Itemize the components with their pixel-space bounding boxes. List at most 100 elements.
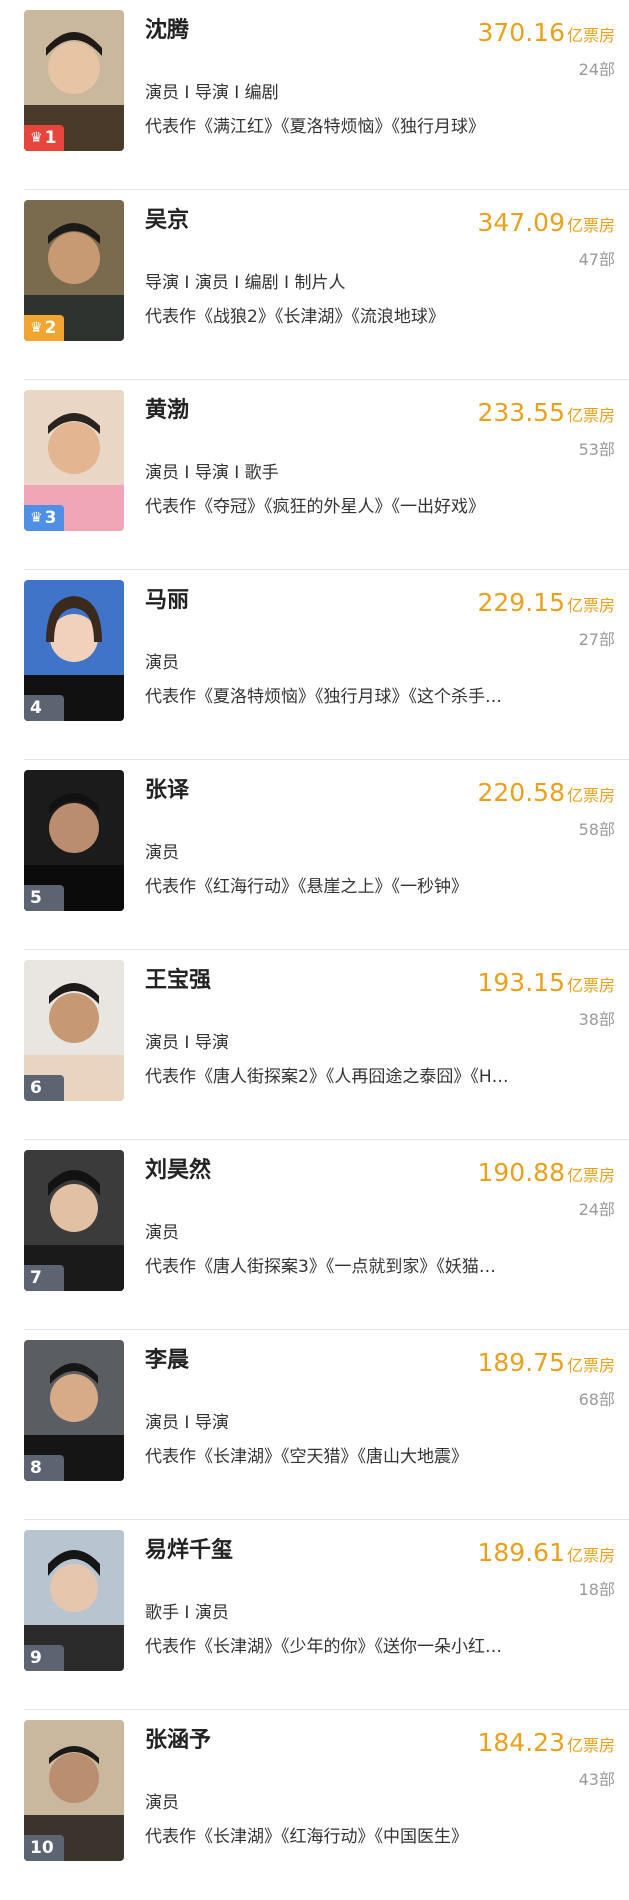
box-office-value: 193.15	[477, 968, 565, 997]
box-office: 189.75 亿票房	[478, 1348, 616, 1377]
rank-number: 3	[44, 508, 57, 528]
box-office-value: 189.61	[477, 1538, 565, 1567]
box-office: 233.55 亿票房	[478, 398, 616, 427]
representative-works: 代表作《长津湖》《红海行动》《中国医生》	[145, 1827, 468, 1847]
crown-icon: ♛	[30, 510, 43, 526]
list-item[interactable]: 4 马丽 229.15 亿票房 27部 演员 代表作《夏洛特烦恼》《独行月球》《…	[24, 570, 629, 760]
list-item[interactable]: 5 张译 220.58 亿票房 58部 演员 代表作《红海行动》《悬崖之上》《一…	[24, 760, 629, 950]
roles: 演员	[145, 1223, 179, 1243]
rank-number: 10	[30, 1838, 54, 1858]
person-name[interactable]: 易烊千玺	[145, 1532, 233, 1564]
crown-icon: ♛	[30, 130, 43, 146]
list-item[interactable]: 9 易烊千玺 189.61 亿票房 18部 歌手 I 演员 代表作《长津湖》《少…	[24, 1520, 629, 1710]
representative-works: 代表作《战狼2》《长津湖》《流浪地球》	[145, 307, 445, 327]
representative-works: 代表作《夏洛特烦恼》《独行月球》《这个杀手…	[145, 687, 502, 707]
representative-works: 代表作《长津湖》《空天猎》《唐山大地震》	[145, 1447, 468, 1467]
rank-badge: 6	[24, 1075, 64, 1101]
representative-works: 代表作《唐人街探案3》《一点就到家》《妖猫…	[145, 1257, 496, 1277]
box-office-unit: 亿票房	[566, 1166, 615, 1185]
list-item[interactable]: ♛ 1 沈腾 370.16 亿票房 24部 演员 I 导演 I 编剧 代表作《满…	[24, 0, 629, 190]
list-item[interactable]: 8 李晨 189.75 亿票房 68部 演员 I 导演 代表作《长津湖》《空天猎…	[24, 1330, 629, 1520]
rank-badge: 9	[24, 1645, 64, 1671]
box-office-unit: 亿票房	[566, 26, 615, 45]
box-office-value: 184.23	[477, 1728, 565, 1757]
roles: 演员	[145, 1793, 179, 1813]
box-office-unit: 亿票房	[566, 596, 615, 615]
person-name[interactable]: 王宝强	[145, 962, 211, 994]
box-office-value: 189.75	[477, 1348, 565, 1377]
box-office: 193.15 亿票房	[478, 968, 616, 997]
roles: 演员 I 导演	[145, 1033, 229, 1053]
film-count: 38部	[578, 1010, 615, 1029]
list-item[interactable]: 6 王宝强 193.15 亿票房 38部 演员 I 导演 代表作《唐人街探案2》…	[24, 950, 629, 1140]
roles: 演员	[145, 653, 179, 673]
roles: 演员	[145, 843, 179, 863]
representative-works: 代表作《夺冠》《疯狂的外星人》《一出好戏》	[145, 497, 485, 517]
avatar[interactable]: ♛ 3	[24, 390, 124, 531]
avatar[interactable]: 9	[24, 1530, 124, 1671]
film-count: 18部	[578, 1580, 615, 1599]
box-office: 189.61 亿票房	[478, 1538, 616, 1567]
film-count: 53部	[578, 440, 615, 459]
avatar[interactable]: 6	[24, 960, 124, 1101]
person-name[interactable]: 马丽	[145, 582, 189, 614]
rank-badge: 7	[24, 1265, 64, 1291]
avatar[interactable]: 8	[24, 1340, 124, 1481]
roles: 演员 I 导演	[145, 1413, 229, 1433]
film-count: 24部	[578, 1200, 615, 1219]
person-name[interactable]: 李晨	[145, 1342, 189, 1374]
person-name[interactable]: 黄渤	[145, 392, 189, 424]
rank-number: 8	[30, 1458, 42, 1478]
box-office: 220.58 亿票房	[478, 778, 616, 807]
roles: 导演 I 演员 I 编剧 I 制片人	[145, 273, 346, 293]
rank-number: 4	[30, 698, 42, 718]
box-office: 184.23 亿票房	[478, 1728, 616, 1757]
list-item[interactable]: ♛ 2 吴京 347.09 亿票房 47部 导演 I 演员 I 编剧 I 制片人…	[24, 190, 629, 380]
rank-badge: 8	[24, 1455, 64, 1481]
person-name[interactable]: 刘昊然	[145, 1152, 211, 1184]
ranking-list: ♛ 1 沈腾 370.16 亿票房 24部 演员 I 导演 I 编剧 代表作《满…	[0, 0, 629, 1900]
roles: 演员 I 导演 I 歌手	[145, 463, 279, 483]
person-name[interactable]: 吴京	[145, 202, 189, 234]
box-office-value: 220.58	[477, 778, 565, 807]
box-office-unit: 亿票房	[566, 1546, 615, 1565]
rank-number: 9	[30, 1648, 42, 1668]
avatar[interactable]: 7	[24, 1150, 124, 1291]
person-name[interactable]: 沈腾	[145, 12, 189, 44]
crown-icon: ♛	[30, 320, 43, 336]
rank-number: 1	[44, 128, 57, 148]
box-office-value: 347.09	[477, 208, 565, 237]
roles: 演员 I 导演 I 编剧	[145, 83, 279, 103]
box-office: 190.88 亿票房	[478, 1158, 616, 1187]
box-office-unit: 亿票房	[566, 1356, 615, 1375]
film-count: 27部	[578, 630, 615, 649]
box-office-unit: 亿票房	[566, 406, 615, 425]
box-office-unit: 亿票房	[566, 976, 615, 995]
film-count: 47部	[578, 250, 615, 269]
representative-works: 代表作《长津湖》《少年的你》《送你一朵小红…	[145, 1637, 502, 1657]
box-office-value: 190.88	[477, 1158, 565, 1187]
box-office: 347.09 亿票房	[478, 208, 616, 237]
avatar[interactable]: 4	[24, 580, 124, 721]
person-name[interactable]: 张涵予	[145, 1722, 211, 1754]
list-item[interactable]: 7 刘昊然 190.88 亿票房 24部 演员 代表作《唐人街探案3》《一点就到…	[24, 1140, 629, 1330]
avatar[interactable]: ♛ 2	[24, 200, 124, 341]
box-office: 229.15 亿票房	[478, 588, 616, 617]
film-count: 24部	[578, 60, 615, 79]
avatar[interactable]: ♛ 1	[24, 10, 124, 151]
box-office-unit: 亿票房	[566, 1736, 615, 1755]
film-count: 58部	[578, 820, 615, 839]
avatar[interactable]: 10	[24, 1720, 124, 1861]
box-office-value: 229.15	[477, 588, 565, 617]
rank-badge: 5	[24, 885, 64, 911]
roles: 歌手 I 演员	[145, 1603, 229, 1623]
representative-works: 代表作《唐人街探案2》《人再囧途之泰囧》《H…	[145, 1067, 509, 1087]
person-name[interactable]: 张译	[145, 772, 189, 804]
rank-number: 6	[30, 1078, 42, 1098]
rank-badge: ♛ 1	[24, 125, 64, 151]
rank-number: 7	[30, 1268, 42, 1288]
list-item[interactable]: 10 张涵予 184.23 亿票房 43部 演员 代表作《长津湖》《红海行动》《…	[24, 1710, 629, 1900]
rank-badge: 4	[24, 695, 64, 721]
avatar[interactable]: 5	[24, 770, 124, 911]
list-item[interactable]: ♛ 3 黄渤 233.55 亿票房 53部 演员 I 导演 I 歌手 代表作《夺…	[24, 380, 629, 570]
